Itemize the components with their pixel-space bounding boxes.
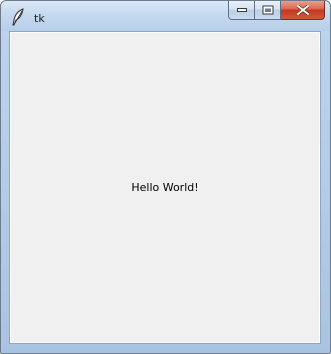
close-button[interactable] <box>281 1 325 20</box>
maximize-button[interactable] <box>255 1 281 20</box>
close-icon <box>296 5 309 15</box>
maximize-icon <box>262 5 273 15</box>
client-area: Hello World! <box>9 31 321 344</box>
title-bar[interactable]: tk <box>1 1 330 31</box>
app-window: tk Hello World! <box>0 0 331 354</box>
hello-label: Hello World! <box>131 181 199 194</box>
window-title: tk <box>34 12 45 25</box>
tk-feather-icon[interactable] <box>11 8 25 26</box>
minimize-button[interactable] <box>228 1 255 20</box>
minimize-icon <box>236 8 247 12</box>
caption-buttons <box>228 1 325 21</box>
